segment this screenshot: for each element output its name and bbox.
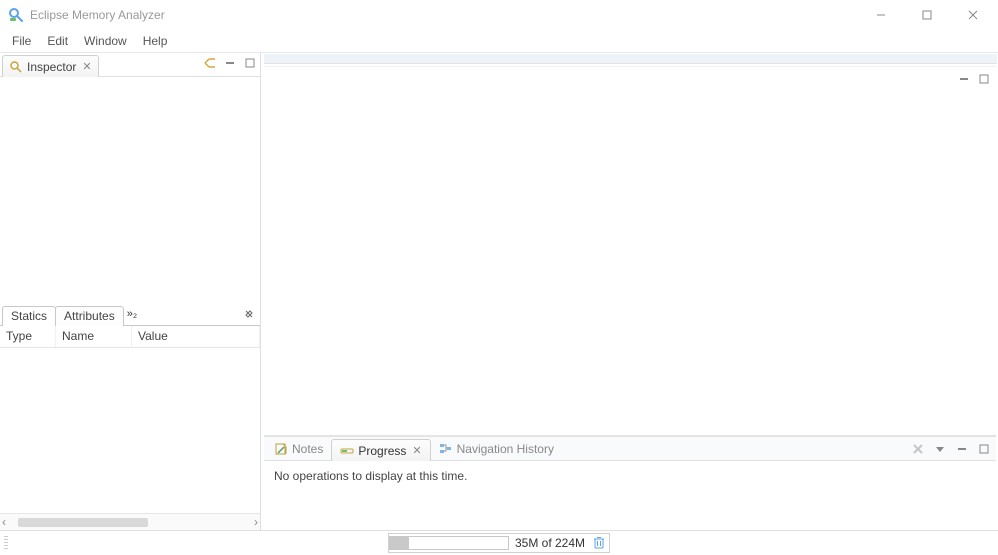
close-icon[interactable]: ✕	[412, 444, 421, 457]
column-name[interactable]: Name	[56, 326, 132, 347]
column-type[interactable]: Type	[0, 326, 56, 347]
heap-bar-fill	[390, 537, 409, 549]
bottom-tabbar: Notes Progress ✕	[264, 437, 996, 461]
bottom-pane: Notes Progress ✕	[264, 435, 996, 528]
inspector-subtabs: Statics Attributes »₂	[0, 304, 260, 326]
editor-maximize-icon[interactable]	[976, 71, 992, 87]
heap-text: 35M of 224M	[515, 536, 585, 550]
editor-and-bottom: Notes Progress ✕	[261, 53, 998, 530]
inspector-tab[interactable]: Inspector ✕	[2, 55, 99, 77]
inspector-view: Inspector ✕ Statics Attributes »₂	[0, 53, 261, 530]
tab-statics[interactable]: Statics	[2, 306, 56, 326]
statusbar-grip-icon	[4, 536, 8, 550]
progress-body: No operations to display at this time.	[264, 461, 996, 528]
table-header: Type Name Value	[0, 326, 260, 348]
inspector-tabbar: Inspector ✕	[0, 53, 260, 77]
inspector-tab-label: Inspector	[27, 60, 76, 74]
editor-toolbar	[956, 71, 992, 87]
scrollbar-thumb[interactable]	[18, 518, 148, 527]
editor-area	[264, 66, 996, 435]
tab-progress-label: Progress	[358, 444, 406, 458]
menu-file[interactable]: File	[4, 32, 39, 50]
menu-edit[interactable]: Edit	[39, 32, 76, 50]
scroll-right-arrow[interactable]: ›	[254, 515, 258, 529]
notes-icon	[274, 442, 288, 456]
bottom-maximize-icon[interactable]	[976, 441, 992, 457]
menu-window[interactable]: Window	[76, 32, 135, 50]
window-minimize-button[interactable]	[858, 0, 904, 30]
column-value[interactable]: Value	[132, 326, 260, 347]
editor-minimize-icon[interactable]	[956, 71, 972, 87]
tab-progress[interactable]: Progress ✕	[331, 439, 430, 461]
history-icon	[439, 442, 453, 456]
close-icon[interactable]: ✕	[82, 60, 91, 73]
tabs-overflow[interactable]: »₂	[123, 308, 141, 320]
work-area: Inspector ✕ Statics Attributes »₂	[0, 52, 998, 530]
tab-attributes[interactable]: Attributes	[55, 306, 124, 326]
tab-notes[interactable]: Notes	[266, 438, 331, 460]
remove-all-icon[interactable]	[910, 441, 926, 457]
window-maximize-button[interactable]	[904, 0, 950, 30]
tab-history-label: Navigation History	[457, 442, 554, 456]
menu-help[interactable]: Help	[135, 32, 176, 50]
table-body	[0, 348, 260, 514]
horizontal-scrollbar[interactable]: ‹ ›	[0, 513, 260, 530]
menu-bar: File Edit Window Help	[0, 30, 998, 52]
window-close-button[interactable]	[950, 0, 996, 30]
view-minimize-icon[interactable]	[222, 55, 238, 71]
inspector-details: Statics Attributes »₂ Type Name Value ‹ …	[0, 304, 260, 531]
inspector-icon	[9, 60, 23, 74]
scroll-left-arrow[interactable]: ‹	[2, 515, 6, 529]
heap-status[interactable]: 35M of 224M	[388, 533, 610, 553]
window-title: Eclipse Memory Analyzer	[30, 8, 165, 22]
view-menu-icon[interactable]	[932, 441, 948, 457]
progress-empty-message: No operations to display at this time.	[274, 469, 467, 483]
pin-icon[interactable]	[244, 308, 254, 322]
bottom-toolbar	[910, 441, 992, 457]
app-icon	[8, 7, 24, 23]
bottom-minimize-icon[interactable]	[954, 441, 970, 457]
heap-bar	[389, 536, 509, 550]
tab-navigation-history[interactable]: Navigation History	[431, 438, 562, 460]
inspector-body	[0, 77, 260, 304]
editor-tabstrip	[264, 54, 997, 64]
title-bar: Eclipse Memory Analyzer	[0, 0, 998, 30]
view-maximize-icon[interactable]	[242, 55, 258, 71]
tab-notes-label: Notes	[292, 442, 323, 456]
link-editor-icon[interactable]	[202, 55, 218, 71]
progress-icon	[340, 444, 354, 458]
trash-icon	[593, 536, 605, 550]
status-bar: 35M of 224M	[0, 530, 998, 554]
inspector-toolbar	[202, 55, 258, 71]
gc-button[interactable]	[591, 535, 607, 551]
